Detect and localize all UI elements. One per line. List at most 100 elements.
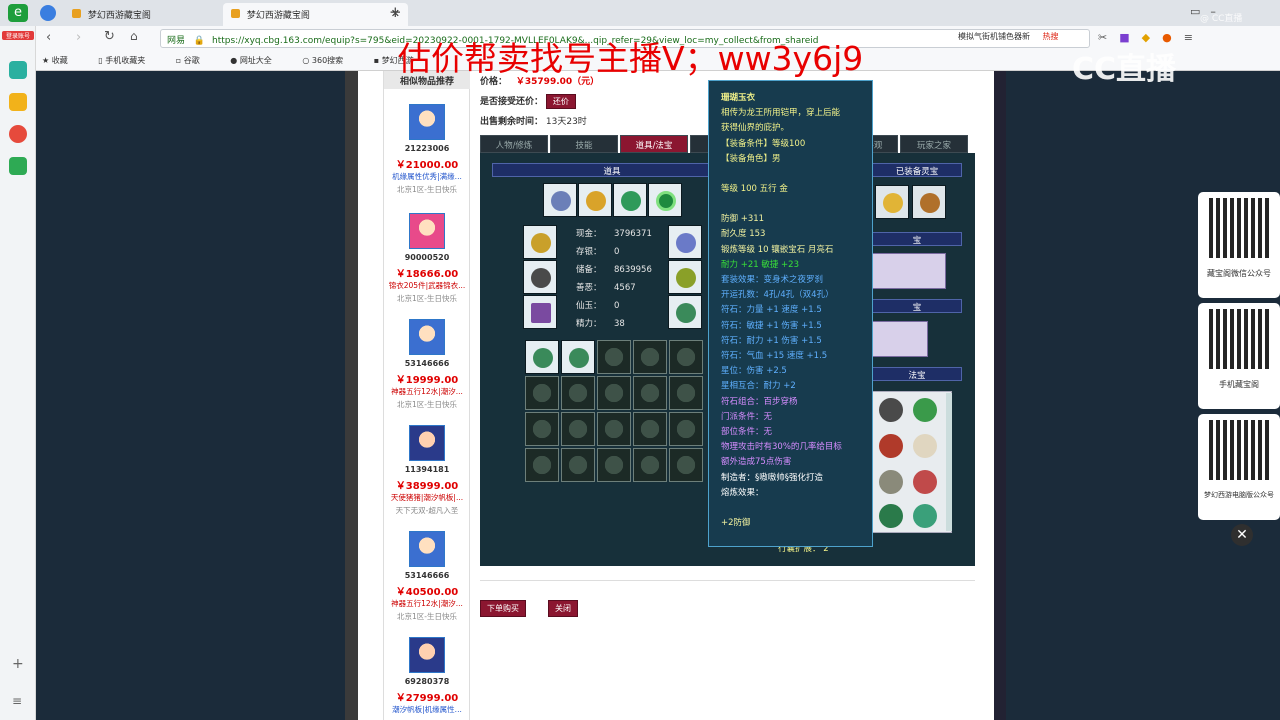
scissors-icon[interactable]: ✂ <box>1098 31 1119 44</box>
sidebar-app-icon[interactable] <box>9 61 27 79</box>
page-border-right <box>994 71 1006 720</box>
inventory-slot-empty[interactable] <box>669 376 703 410</box>
tab-character[interactable]: 人物/修炼 <box>480 135 548 153</box>
equip-slot-armor[interactable] <box>523 260 557 294</box>
toolbar-hot-link[interactable]: 热搜 <box>1043 32 1059 41</box>
extension-icon[interactable]: ■ <box>1119 31 1141 44</box>
similar-item[interactable]: 53146666 ￥19999.00 神器五行12水|潮汐... 北京1区-生日… <box>384 319 470 425</box>
inventory-slot-empty[interactable] <box>597 412 631 446</box>
bookmark-favorites[interactable]: ★ 收藏 <box>42 56 82 65</box>
cc-watermark: @ CC直播 <box>1200 14 1243 24</box>
inventory-slot-empty[interactable] <box>669 448 703 482</box>
jade-icon[interactable] <box>913 504 937 528</box>
doll-icon[interactable] <box>913 470 937 494</box>
bargain-row: 是否接受还价： 还价 <box>480 94 576 109</box>
tooltip-attr-line: 部位条件：无 <box>721 427 773 438</box>
buy-button[interactable]: 下单购买 <box>480 600 526 617</box>
equip-slot-helmet[interactable] <box>543 183 577 217</box>
equip-slot-belt[interactable] <box>523 295 557 329</box>
sidebar-list-icon[interactable]: ≡ <box>12 694 22 708</box>
game-icon[interactable]: ● <box>1162 31 1184 44</box>
equip-slot-r1[interactable] <box>668 225 702 259</box>
fabao-item-icon[interactable] <box>879 434 903 458</box>
inventory-slot-empty[interactable] <box>525 376 559 410</box>
fabao-item-icon[interactable] <box>879 504 903 528</box>
lingbao-slot[interactable] <box>875 185 909 219</box>
equip-slot-weapon[interactable] <box>523 225 557 259</box>
fabao-item-icon[interactable] <box>879 398 903 422</box>
forward-icon[interactable]: › <box>76 30 81 45</box>
equip-slot-necklace[interactable] <box>578 183 612 217</box>
tab-cbg-2[interactable]: 梦幻西游藏宝阁 ✕ <box>223 3 408 26</box>
home-icon[interactable]: ⌂ <box>130 29 138 43</box>
page-divider <box>480 580 975 581</box>
sidebar-mail-icon[interactable] <box>9 157 27 175</box>
inventory-slot[interactable] <box>525 340 559 374</box>
toolbar-news-link[interactable]: 模拟气街机铺色器新 <box>958 32 1030 41</box>
browser-logo-icon[interactable]: e <box>8 4 28 22</box>
fabao-slot-small[interactable] <box>872 321 928 357</box>
side-login-label[interactable]: 登录账号 <box>2 31 34 40</box>
qr-card[interactable]: 手机藏宝阁 <box>1198 303 1280 409</box>
lingbao-slot[interactable] <box>912 185 946 219</box>
inventory-slot-empty[interactable] <box>633 412 667 446</box>
lock-icon: 🔒 <box>193 36 206 46</box>
equip-slot-ring[interactable] <box>648 183 682 217</box>
inventory-slot-empty[interactable] <box>633 376 667 410</box>
inventory-slot-empty[interactable] <box>633 340 667 374</box>
shield-icon[interactable]: ◆ <box>1142 31 1162 44</box>
tooltip-attr-line: 锻炼等级 10 镶嵌宝石 月亮石 <box>721 244 834 255</box>
sidebar-star-icon[interactable] <box>9 93 27 111</box>
sidebar-add-icon[interactable]: + <box>12 656 24 672</box>
close-qr-button[interactable]: ✕ <box>1231 524 1253 546</box>
bookmark-portal[interactable]: ● 网址大全 <box>230 56 286 65</box>
similar-item[interactable]: 69280378 ￥27999.00 潮汐帆板|机缘属性... <box>384 637 470 720</box>
inventory-slot-empty[interactable] <box>597 448 631 482</box>
history-icon[interactable] <box>40 5 56 21</box>
back-icon[interactable]: ‹ <box>46 30 51 45</box>
menu-icon[interactable]: ≡ <box>1184 31 1205 44</box>
similar-item-id: 53146666 <box>404 571 450 580</box>
qr-card[interactable]: 梦幻西游电脑版公众号 <box>1198 414 1280 520</box>
similar-item-id: 53146666 <box>404 359 450 368</box>
bargain-button[interactable]: 还价 <box>545 94 576 109</box>
inventory-slot-empty[interactable] <box>561 448 595 482</box>
inventory-slot-empty[interactable] <box>633 448 667 482</box>
umbrella-icon[interactable] <box>913 398 937 422</box>
tooltip-attr-line: 符石：耐力 +1 伤害 +1.5 <box>721 335 822 346</box>
reload-icon[interactable]: ↻ <box>104 29 115 44</box>
inventory-slot-empty[interactable] <box>561 376 595 410</box>
similar-item[interactable]: 21223006 ￥21000.00 机缘属性优秀|满缘... 北京1区-生日快… <box>384 104 470 210</box>
tab-home[interactable]: 玩家之家 <box>900 135 968 153</box>
equip-slot-r2[interactable] <box>668 260 702 294</box>
sidebar-weibo-icon[interactable] <box>9 125 27 143</box>
qr-card[interactable]: 藏宝阁微信公众号 <box>1198 192 1280 298</box>
inventory-slot-empty[interactable] <box>669 412 703 446</box>
inventory-slot-empty[interactable] <box>597 340 631 374</box>
tab-skills[interactable]: 技能 <box>550 135 618 153</box>
bookmark-mobile[interactable]: ▯ 手机收藏夹 <box>98 56 159 65</box>
fabao-item-icon[interactable] <box>879 470 903 494</box>
inventory-slot[interactable] <box>561 340 595 374</box>
doll-icon[interactable] <box>913 434 937 458</box>
equip-slot-r3[interactable] <box>668 295 702 329</box>
tab-label: 梦幻西游藏宝阁 <box>87 11 151 21</box>
bookmark-google[interactable]: ▫ 谷歌 <box>176 56 214 65</box>
inventory-slot-empty[interactable] <box>597 376 631 410</box>
tab-cbg-1[interactable]: 梦幻西游藏宝阁 <box>64 3 249 26</box>
similar-item[interactable]: 90000520 ￥18666.00 锦衣205件|武器锦衣... 北京1区-生… <box>384 213 470 319</box>
equip-slot-charm[interactable] <box>613 183 647 217</box>
bookmark-360[interactable]: ○ 360搜索 <box>302 56 357 65</box>
fabao-scrollbar[interactable] <box>946 393 952 531</box>
similar-item[interactable]: 53146666 ￥40500.00 神器五行12水|潮汐... 北京1区-生日… <box>384 531 470 637</box>
close-button[interactable]: 关闭 <box>548 600 578 617</box>
inventory-slot-empty[interactable] <box>561 412 595 446</box>
avatar <box>409 531 445 567</box>
tab-items[interactable]: 道具/法宝 <box>620 135 688 153</box>
new-tab-button[interactable]: + <box>389 3 402 21</box>
inventory-slot-empty[interactable] <box>525 448 559 482</box>
similar-item[interactable]: 11394181 ￥38999.00 天使猪猪|潮汐帆板|... 天下无双-超凡… <box>384 425 470 531</box>
inventory-slot-empty[interactable] <box>669 340 703 374</box>
stat-row: 善恶： 4567 <box>576 283 636 293</box>
inventory-slot-empty[interactable] <box>525 412 559 446</box>
